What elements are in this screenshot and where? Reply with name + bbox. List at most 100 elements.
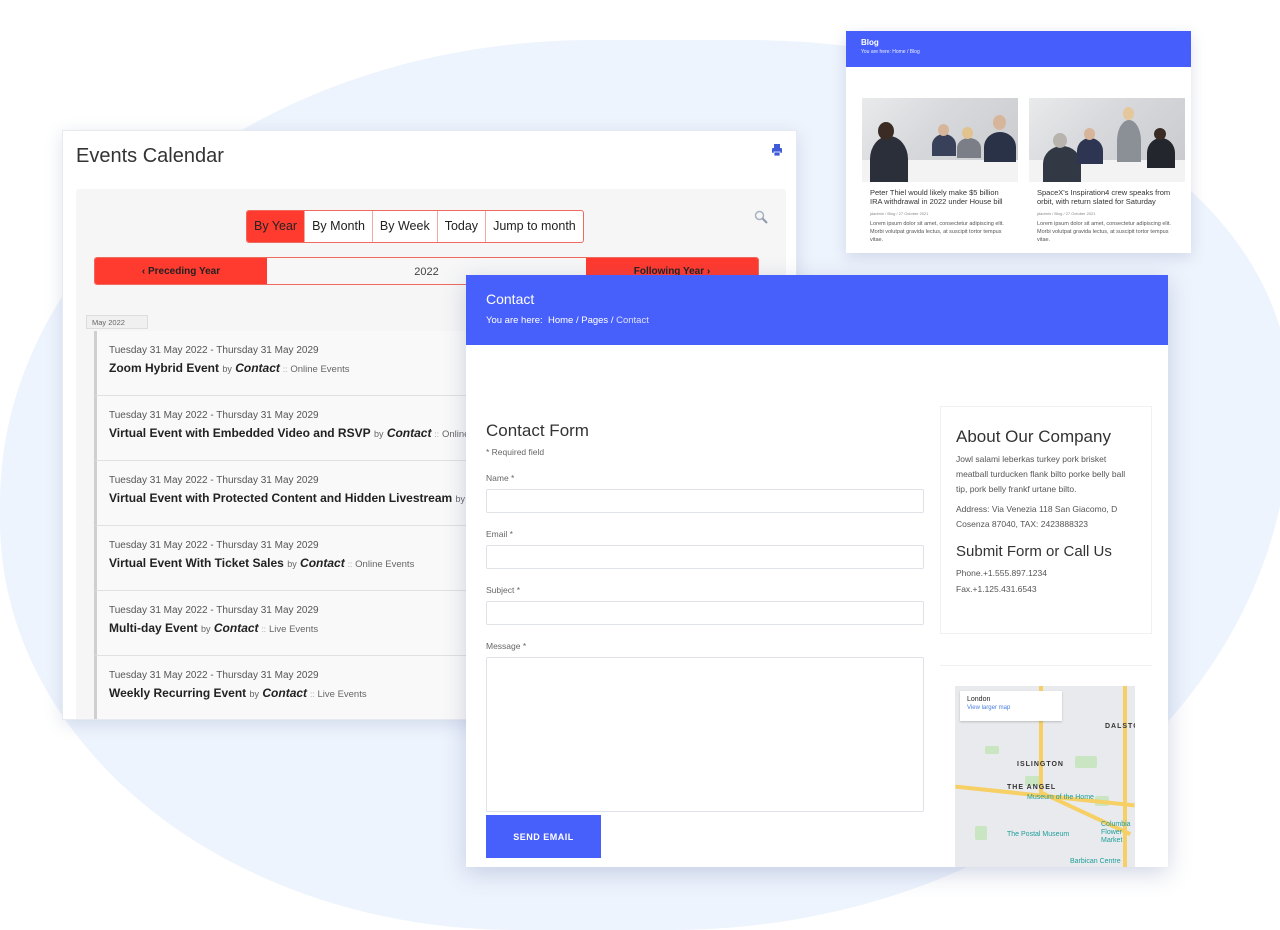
person-head <box>1154 128 1166 140</box>
person-figure <box>984 132 1016 162</box>
event-separator: :: <box>282 365 288 374</box>
blog-post-excerpt: Lorem ipsum dolor sit amet, consectetur … <box>870 221 1004 243</box>
event-category[interactable]: Online Events <box>290 364 349 375</box>
breadcrumb-current: Contact <box>616 315 649 326</box>
person-head <box>993 115 1006 130</box>
blog-title: Blog <box>861 38 879 47</box>
form-title: Contact Form <box>486 421 589 440</box>
map-info-card: London View larger map <box>960 691 1062 721</box>
person-head <box>1053 133 1067 148</box>
map[interactable]: ISLINGTON THE ANGEL DALSTON Museum of th… <box>955 686 1135 867</box>
blog-post-image[interactable] <box>862 98 1018 182</box>
event-author[interactable]: Contact <box>235 361 280 375</box>
event-title[interactable]: Virtual Event with Embedded Video and RS… <box>109 426 371 440</box>
map-poi[interactable]: The Postal Museum <box>1007 831 1069 838</box>
map-label-dalston: DALSTON <box>1105 723 1135 730</box>
blog-post-list: Peter Thiel would likely make $5 billion… <box>862 98 1185 244</box>
subject-label: Subject * <box>486 585 521 595</box>
map-place-name: London <box>967 696 991 703</box>
map-park <box>1075 756 1097 768</box>
person-figure <box>1043 146 1081 182</box>
page-title: Events Calendar <box>76 145 224 167</box>
call-title: Submit Form or Call Us <box>956 543 1112 560</box>
print-icon[interactable] <box>772 144 782 156</box>
email-label: Email * <box>486 529 513 539</box>
person-figure <box>957 138 981 158</box>
tab-by-year[interactable]: By Year <box>247 211 306 242</box>
contact-header: Contact You are here: Home / Pages / Con… <box>466 275 1168 345</box>
required-note: * Required field <box>486 447 545 457</box>
send-email-button[interactable]: SEND EMAIL <box>486 815 601 858</box>
person-head <box>938 124 949 136</box>
event-category[interactable]: Live Events <box>269 624 318 635</box>
about-title: About Our Company <box>956 427 1111 446</box>
event-title[interactable]: Zoom Hybrid Event <box>109 361 219 375</box>
event-author[interactable]: Contact <box>300 556 345 570</box>
name-label: Name * <box>486 473 515 483</box>
map-poi[interactable]: Museum of the Home <box>1027 794 1094 801</box>
event-separator: :: <box>434 430 439 439</box>
tab-jump-to-month[interactable]: Jump to month <box>486 211 583 242</box>
event-by: by <box>287 559 297 569</box>
event-by: by <box>455 494 466 504</box>
tab-by-month[interactable]: By Month <box>305 211 373 242</box>
blog-post-card[interactable]: Peter Thiel would likely make $5 billion… <box>862 98 1018 244</box>
address-text: Address: Via Venezia 118 San Giacomo, D … <box>956 504 1118 529</box>
about-company-box: About Our Company Jowl salami leberkas t… <box>940 406 1152 634</box>
map-label-the-angel: THE ANGEL <box>1007 784 1057 791</box>
month-tag: May 2022 <box>86 315 148 329</box>
breadcrumb: You are here: Home / Pages / Contact <box>486 315 649 326</box>
person-figure <box>1147 138 1175 168</box>
person-head <box>962 127 973 139</box>
event-by: by <box>201 624 211 634</box>
event-separator: :: <box>310 690 315 699</box>
map-park <box>975 826 987 840</box>
view-tabs: By Year By Month By Week Today Jump to m… <box>246 210 584 243</box>
name-field[interactable] <box>486 489 924 513</box>
map-box: ISLINGTON THE ANGEL DALSTON Museum of th… <box>940 665 1152 867</box>
event-title[interactable]: Virtual Event With Ticket Sales <box>109 556 284 570</box>
map-poi[interactable]: Barbican Centre <box>1070 858 1121 865</box>
event-author[interactable]: Contact <box>214 621 259 635</box>
blog-header: Blog You are here: Home / Blog <box>846 31 1191 67</box>
search-icon[interactable] <box>754 210 768 224</box>
tab-by-week[interactable]: By Week <box>373 211 438 242</box>
phone-number[interactable]: Phone.+1.555.897.1234 <box>956 568 1047 578</box>
event-category[interactable]: Online Events <box>355 559 414 570</box>
event-separator: :: <box>261 625 267 634</box>
blog-post-excerpt: Lorem ipsum dolor sit amet, consectetur … <box>1037 221 1171 243</box>
event-separator: :: <box>347 560 353 569</box>
breadcrumb-prefix: You are here: <box>486 315 543 326</box>
view-larger-map-link[interactable]: View larger map <box>967 705 1055 711</box>
message-field[interactable] <box>486 657 924 812</box>
blog-post-title[interactable]: Peter Thiel would likely make $5 billion… <box>870 188 1010 206</box>
about-text: Jowl salami leberkas turkey pork brisket… <box>956 454 1126 494</box>
event-title[interactable]: Virtual Event with Protected Content and… <box>109 491 452 505</box>
person-head <box>1123 107 1134 120</box>
blog-post-title[interactable]: SpaceX's Inspiration4 crew speaks from o… <box>1037 188 1177 206</box>
map-poi[interactable]: Columbia Flower Market <box>1101 821 1135 845</box>
map-park <box>985 746 999 754</box>
event-by: by <box>222 364 232 374</box>
person-head <box>878 122 894 140</box>
breadcrumb-pages[interactable]: Pages <box>581 315 608 326</box>
blog-post-card[interactable]: SpaceX's Inspiration4 crew speaks from o… <box>1029 98 1185 244</box>
tab-today[interactable]: Today <box>438 211 487 242</box>
email-field[interactable] <box>486 545 924 569</box>
fax-number: Fax.+1.125.431.6543 <box>956 584 1037 594</box>
event-author[interactable]: Contact <box>387 426 432 440</box>
event-author[interactable]: Contact <box>262 686 307 700</box>
blog-window: Blog You are here: Home / Blog Peter Thi… <box>846 31 1191 253</box>
event-title[interactable]: Weekly Recurring Event <box>109 686 246 700</box>
subject-field[interactable] <box>486 601 924 625</box>
blog-post-image[interactable] <box>1029 98 1185 182</box>
event-title[interactable]: Multi-day Event <box>109 621 198 635</box>
blog-post-meta: jdadmin / Blog / 27 October 2021 <box>1037 211 1096 216</box>
preceding-year-button[interactable]: ‹ Preceding Year <box>95 258 267 284</box>
breadcrumb-home[interactable]: Home <box>548 315 573 326</box>
map-label-islington: ISLINGTON <box>1017 761 1064 768</box>
event-category[interactable]: Live Events <box>318 689 367 700</box>
message-label: Message * <box>486 641 527 651</box>
contact-window: Contact You are here: Home / Pages / Con… <box>466 275 1168 867</box>
blog-post-meta: jdadmin / Blog / 27 October 2021 <box>870 211 929 216</box>
